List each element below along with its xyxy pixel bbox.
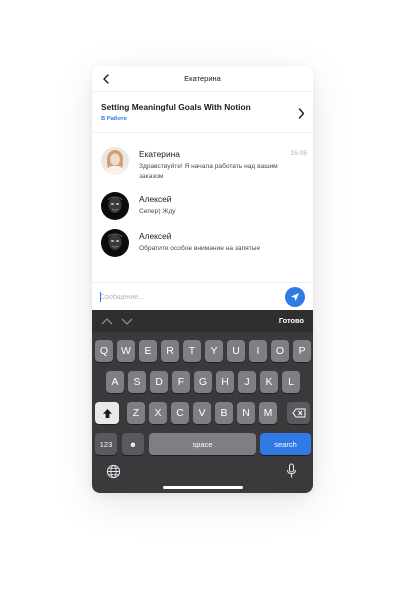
message-text: Обратите особое внимание на запятые — [139, 245, 261, 252]
key-n[interactable]: N — [237, 402, 255, 424]
numbers-key-label: 123 — [99, 439, 113, 449]
message-item[interactable]: Алексей Сепер) Жду — [101, 192, 307, 220]
avatar — [101, 229, 129, 257]
keyboard-toolbar: Готово — [92, 310, 313, 332]
message-input[interactable] — [100, 289, 280, 305]
emoji-key[interactable]: ☻ — [122, 433, 144, 455]
key-z[interactable]: Z — [127, 402, 145, 424]
microphone-button[interactable] — [283, 461, 299, 481]
key-h[interactable]: H — [216, 371, 234, 393]
send-button[interactable] — [285, 287, 305, 307]
key-p[interactable]: P — [293, 340, 311, 362]
order-banner[interactable]: Setting Meaningful Goals With Notion В Р… — [92, 93, 313, 133]
key-o[interactable]: O — [271, 340, 289, 362]
key-d[interactable]: D — [150, 371, 168, 393]
shift-key[interactable] — [95, 402, 119, 424]
key-j[interactable]: J — [238, 371, 256, 393]
globe-button[interactable] — [104, 462, 122, 480]
key-v[interactable]: V — [193, 402, 211, 424]
key-a[interactable]: A — [106, 371, 124, 393]
message-item[interactable]: Алексей Обратите особое внимание на запя… — [101, 229, 307, 257]
key-c[interactable]: C — [171, 402, 189, 424]
message-sender: Алексей — [139, 194, 172, 204]
order-title: Setting Meaningful Goals With Notion — [101, 102, 251, 112]
chevron-down-icon[interactable] — [120, 315, 134, 327]
avatar — [101, 192, 129, 220]
shift-icon — [102, 408, 112, 418]
numbers-key[interactable]: 123 — [95, 433, 117, 455]
order-status-badge: В Работе — [101, 116, 127, 122]
microphone-icon — [286, 463, 296, 478]
send-icon — [291, 293, 299, 301]
chat-header: Екатерина — [92, 66, 313, 92]
key-k[interactable]: K — [260, 371, 278, 393]
search-key[interactable]: search — [260, 433, 311, 455]
chevron-left-icon — [103, 74, 109, 84]
key-s[interactable]: S — [128, 371, 146, 393]
globe-icon — [106, 464, 120, 478]
space-key[interactable]: space — [149, 433, 256, 455]
message-sender: Екатерина — [139, 149, 180, 159]
key-l[interactable]: L — [282, 371, 300, 393]
key-g[interactable]: G — [194, 371, 212, 393]
text-caret — [100, 292, 101, 302]
key-b[interactable]: B — [215, 402, 233, 424]
message-sender: Алексей — [139, 231, 172, 241]
back-button[interactable] — [98, 71, 114, 87]
emoji-icon: ☻ — [129, 439, 137, 449]
key-u[interactable]: U — [227, 340, 245, 362]
key-q[interactable]: Q — [95, 340, 113, 362]
key-y[interactable]: Y — [205, 340, 223, 362]
chevron-up-icon[interactable] — [100, 315, 114, 327]
key-f[interactable]: F — [172, 371, 190, 393]
key-e[interactable]: E — [139, 340, 157, 362]
space-key-label: space — [192, 439, 213, 449]
key-x[interactable]: X — [149, 402, 167, 424]
done-button[interactable]: Готово — [279, 316, 304, 325]
message-text: Здравствуйте! Я начала работать над ваши… — [139, 163, 278, 180]
avatar — [101, 147, 129, 175]
key-i[interactable]: I — [249, 340, 267, 362]
chevron-right-icon — [295, 106, 307, 120]
home-indicator — [163, 486, 243, 489]
page-title: Екатерина — [184, 74, 221, 83]
message-item[interactable]: Екатерина 15:05 Здравствуйте! Я начала р… — [101, 147, 307, 183]
key-m[interactable]: M — [259, 402, 277, 424]
message-time: 15:05 — [290, 150, 307, 157]
keyboard: Готово Q W E R T Y U I O P A S D F G H J… — [92, 310, 313, 493]
message-composer — [92, 282, 313, 310]
chat-screen: Екатерина Setting Meaningful Goals With … — [92, 66, 313, 493]
search-key-label: search — [274, 439, 297, 449]
key-r[interactable]: R — [161, 340, 179, 362]
backspace-key[interactable] — [287, 402, 310, 424]
backspace-icon — [291, 408, 305, 418]
message-text: Сепер) Жду — [139, 208, 176, 215]
key-w[interactable]: W — [117, 340, 135, 362]
key-t[interactable]: T — [183, 340, 201, 362]
